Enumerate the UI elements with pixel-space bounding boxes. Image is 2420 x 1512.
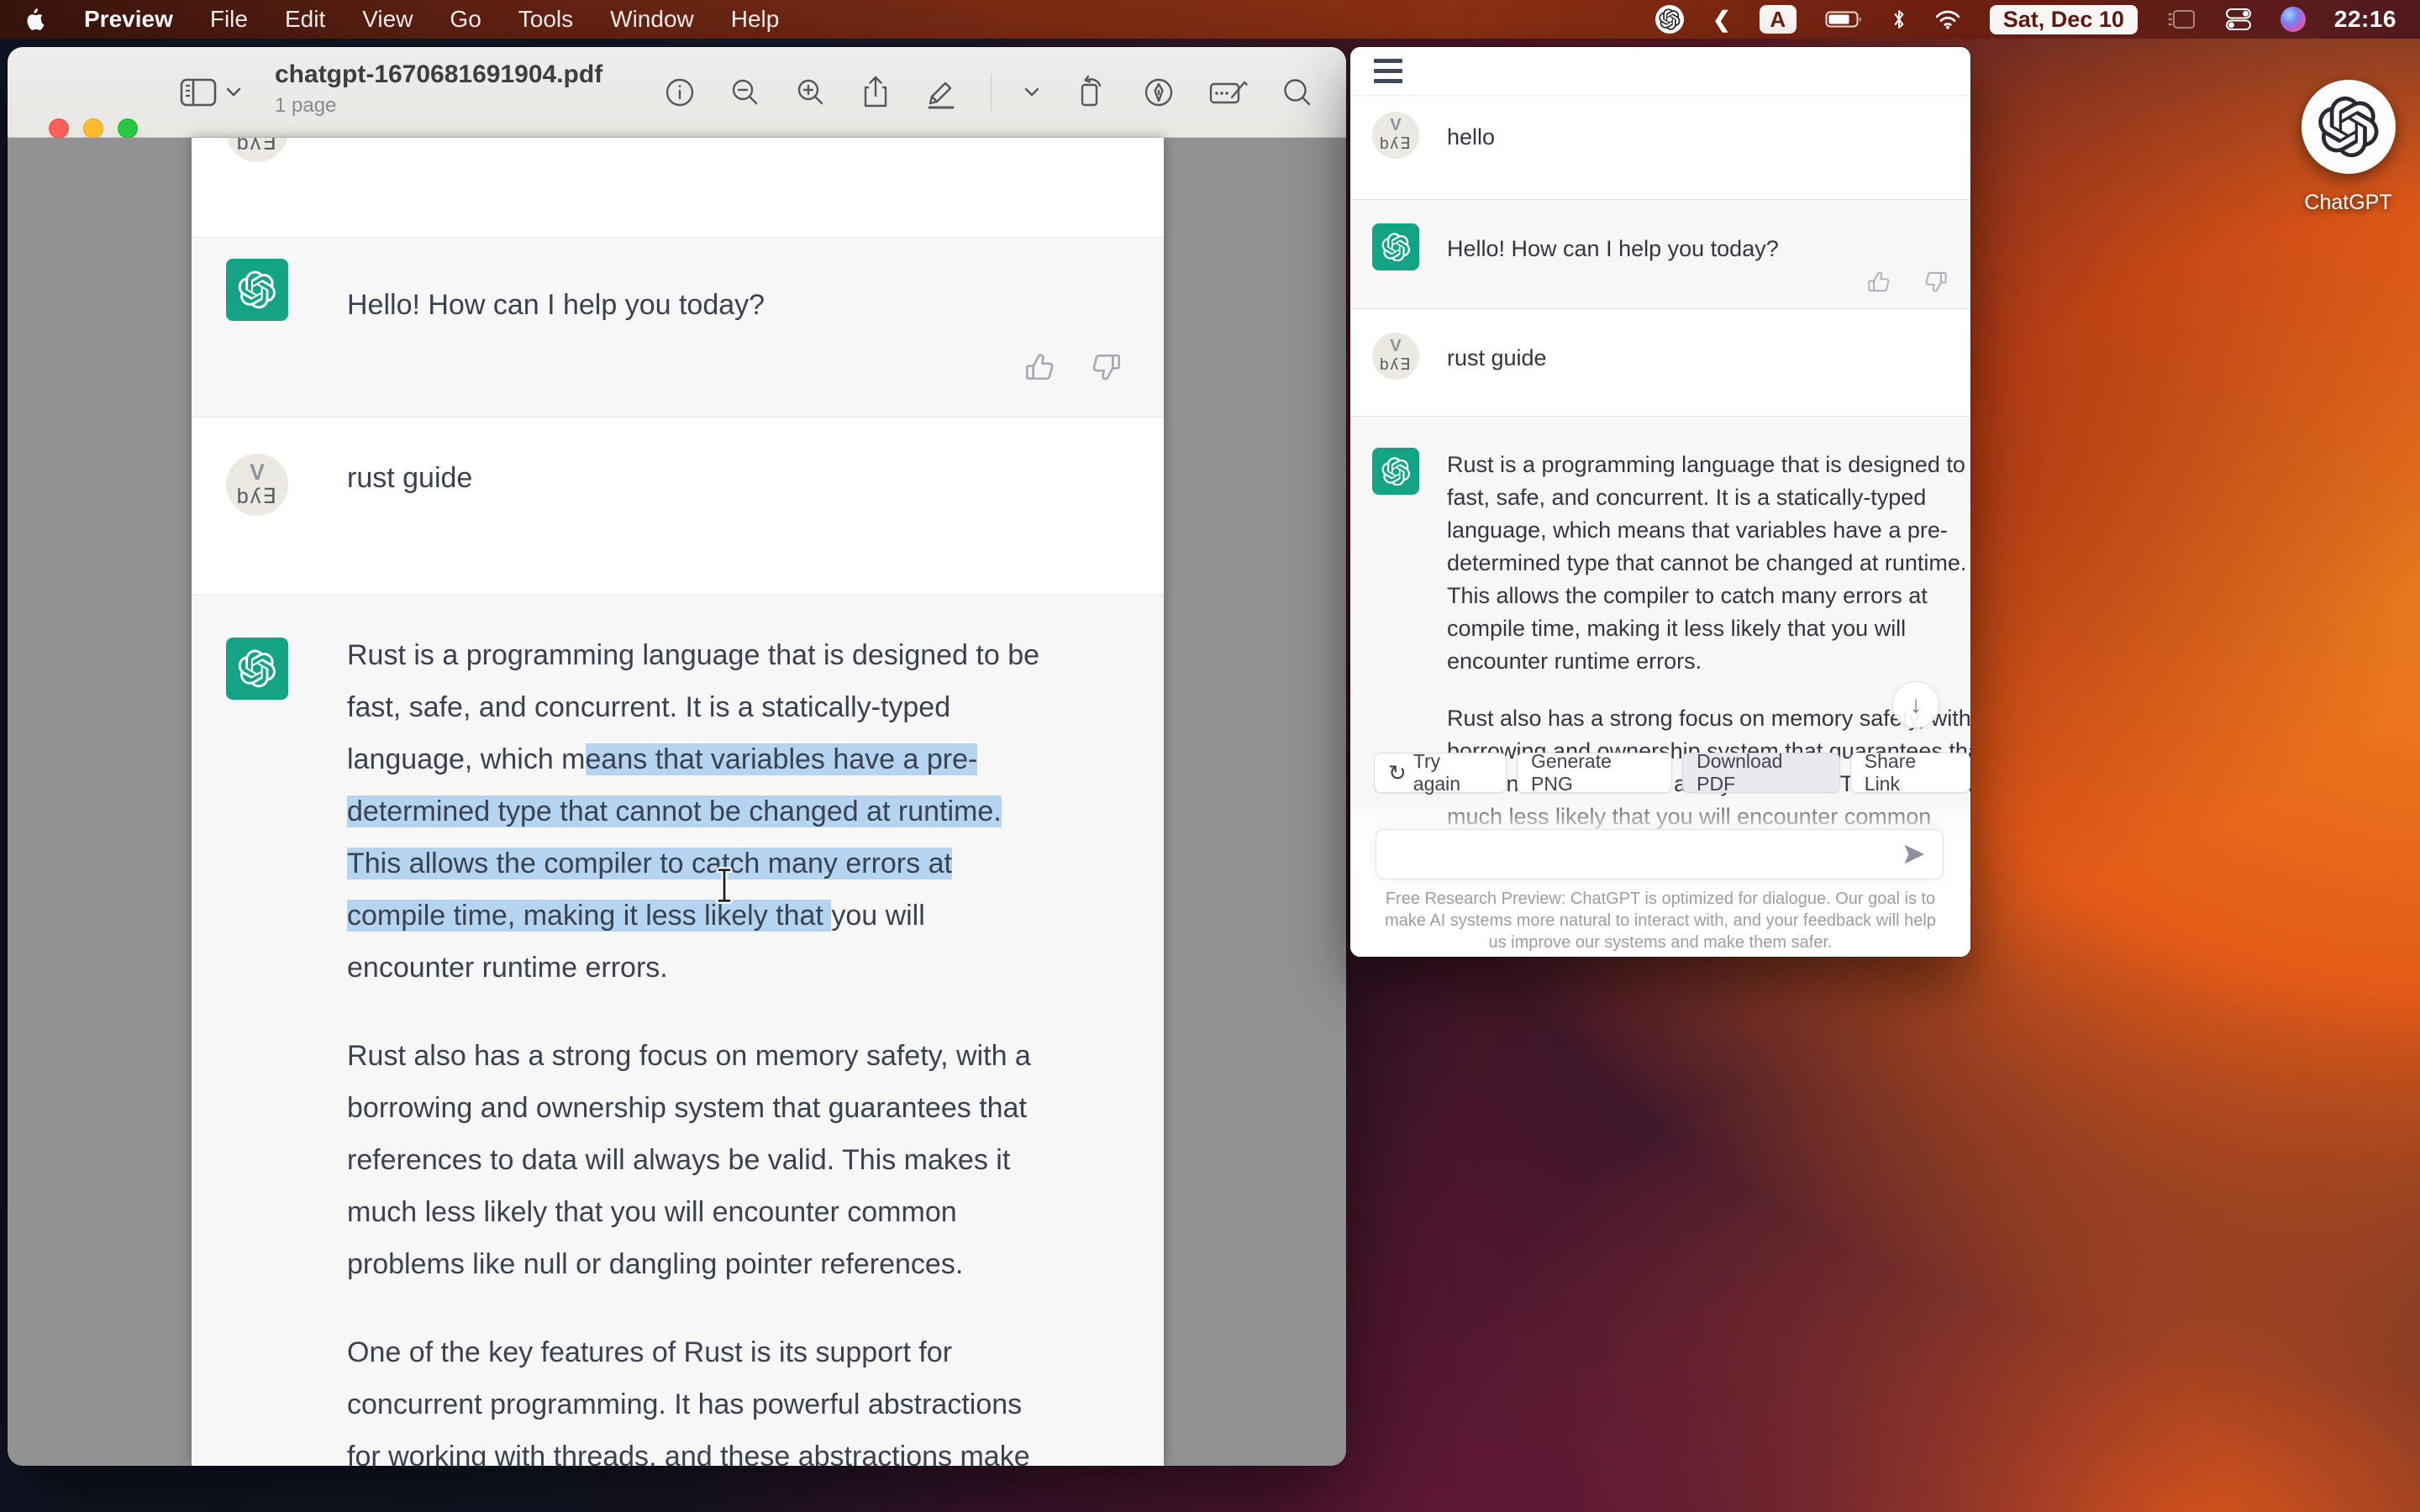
selected-text: determined type that cannot be changed a… [347, 795, 1002, 827]
user-avatar: Vbʎ∃ [1372, 333, 1419, 380]
screen-mirroring-icon[interactable] [2166, 8, 2196, 31]
message-input[interactable] [1376, 829, 1944, 879]
highlight-dropdown-chevron[interactable] [1023, 87, 1040, 97]
message-text: rust guide [1447, 342, 1547, 399]
menu-hamburger-icon[interactable] [1374, 59, 1402, 89]
chatgpt-avatar [226, 259, 288, 321]
document-title-block: chatgpt-1670681691904.pdf 1 page [275, 60, 602, 118]
assistant-message: Rust is a programming language that is d… [192, 595, 1164, 1466]
composer: Free Research Preview: ChatGPT is optimi… [1350, 797, 1970, 957]
user-message: Vbʎ∃ hello [1350, 96, 1970, 199]
feedback-buttons [1023, 350, 1123, 384]
feedback-buttons[interactable] [1866, 269, 1949, 295]
preview-titlebar: chatgpt-1670681691904.pdf 1 page [8, 47, 1346, 138]
user-avatar: Vbʎ∃ [226, 454, 288, 516]
chatgpt-topbar [1350, 47, 1970, 96]
thumbs-down-icon [1923, 269, 1949, 295]
chevron-left-icon[interactable]: ❮ [1712, 7, 1731, 33]
highlight-button[interactable] [923, 75, 959, 110]
text-cursor [713, 867, 735, 904]
menu-item-file[interactable]: File [210, 6, 248, 33]
thumbs-up-icon [1023, 350, 1057, 384]
zoom-out-button[interactable] [729, 76, 762, 109]
footer-disclaimer: Free Research Preview: ChatGPT is optimi… [1350, 888, 1970, 953]
rotate-button[interactable] [1072, 74, 1109, 111]
menu-item-help[interactable]: Help [731, 6, 780, 33]
preview-content: Vbʎ∃ Hello! How can I help you today? Vbʎ∃… [8, 138, 1346, 1466]
chatgpt-avatar [1372, 448, 1419, 495]
control-center-icon[interactable] [2225, 7, 2252, 32]
message-text: Rust is a programming language that is d… [347, 629, 1039, 1466]
search-button[interactable] [1281, 76, 1314, 109]
message-text: rust guide [347, 452, 472, 540]
menu-item-view[interactable]: View [362, 6, 413, 33]
selected-text: eans that variables have a pre- [586, 743, 978, 775]
share-link-button[interactable]: Share Link [1850, 753, 1970, 793]
message-text: Hello! How can I help you today? [347, 279, 765, 367]
preview-window: chatgpt-1670681691904.pdf 1 page [8, 47, 1346, 1466]
markup-pen-button[interactable] [1141, 75, 1176, 110]
menu-bar-status: ❮ A [1655, 5, 2420, 34]
thumbs-up-icon [1866, 269, 1892, 295]
close-button[interactable] [49, 118, 69, 139]
assistant-message: Hello! How can I help you today? [1350, 199, 1970, 309]
user-message: Vbʎ∃ rust guide [1350, 309, 1970, 416]
menu-items: File Edit View Go Tools Window Help [210, 6, 779, 33]
chatgpt-logo-icon [2302, 80, 2396, 174]
selected-text: compile time, making it less likely that [347, 900, 831, 932]
chatgpt-menubar-icon[interactable] [1655, 5, 1684, 34]
menu-time[interactable]: 22:16 [2334, 6, 2396, 33]
chatgpt-avatar [1372, 223, 1419, 270]
assistant-message: Hello! How can I help you today? [192, 237, 1164, 417]
menu-item-tools[interactable]: Tools [518, 6, 573, 33]
user-avatar: Vbʎ∃ [226, 138, 288, 162]
message-text: Rust is a programming language that is d… [1447, 449, 1970, 858]
desktop-icon-chatgpt[interactable]: ChatGPT [2279, 80, 2417, 215]
info-button[interactable] [663, 76, 697, 109]
desktop-icon-label: ChatGPT [2279, 191, 2417, 215]
bluetooth-icon[interactable] [1892, 8, 1906, 30]
document-pages: 1 page [275, 94, 602, 118]
message-text: hello [1447, 121, 1495, 178]
download-pdf-button[interactable]: Download PDF [1682, 753, 1840, 793]
chatgpt-window: Vbʎ∃ hello Hello! How can I help you today… [1350, 47, 1970, 957]
battery-icon[interactable] [1825, 10, 1864, 29]
fill-sign-button[interactable] [1208, 76, 1249, 109]
menu-item-window[interactable]: Window [610, 6, 694, 33]
try-again-button[interactable]: ↻Try again [1374, 753, 1507, 793]
generate-png-button[interactable]: Generate PNG [1517, 753, 1672, 793]
send-icon[interactable] [1901, 841, 1928, 868]
preview-toolbar [663, 47, 1314, 137]
keyboard-input-menu[interactable]: A [1760, 5, 1797, 34]
zoom-button[interactable] [118, 118, 138, 139]
menu-date[interactable]: Sat, Dec 10 [1990, 5, 2138, 34]
selected-text: This allows the compiler to catch many e… [347, 848, 952, 879]
zoom-in-button[interactable] [794, 76, 828, 109]
user-message: Vbʎ∃ [192, 138, 1164, 237]
message-text: Hello! How can I help you today? [1447, 233, 1779, 290]
pdf-page: Vbʎ∃ Hello! How can I help you today? Vbʎ∃… [192, 138, 1164, 1466]
scroll-to-bottom-button[interactable]: ↓ [1892, 681, 1939, 728]
wifi-icon[interactable] [1934, 8, 1961, 30]
user-message: Vbʎ∃ rust guide [192, 417, 1164, 595]
minimize-button[interactable] [83, 118, 103, 139]
menu-bar-left: Preview File Edit View Go Tools Window Help [0, 6, 779, 33]
share-button[interactable] [860, 75, 892, 110]
siri-icon[interactable] [2281, 7, 2306, 32]
toolbar-divider [991, 74, 992, 111]
sidebar-toggle-button[interactable] [179, 76, 241, 108]
menu-app-name[interactable]: Preview [84, 6, 173, 33]
retry-icon: ↻ [1388, 760, 1407, 786]
document-title: chatgpt-1670681691904.pdf [275, 60, 602, 89]
chevron-down-icon [226, 87, 241, 97]
apple-menu-icon[interactable] [25, 7, 47, 32]
menu-item-edit[interactable]: Edit [285, 6, 325, 33]
menu-item-go[interactable]: Go [450, 6, 481, 33]
conversation-actions: ↻Try again Generate PNG Download PDF Sha… [1374, 753, 1970, 793]
menu-bar: Preview File Edit View Go Tools Window Help ❮ … [0, 0, 2420, 39]
desktop: Preview File Edit View Go Tools Window Help ❮ … [0, 0, 2420, 1512]
user-avatar: Vbʎ∃ [1372, 112, 1419, 159]
chatgpt-avatar [226, 638, 288, 700]
thumbs-down-icon [1089, 350, 1123, 384]
